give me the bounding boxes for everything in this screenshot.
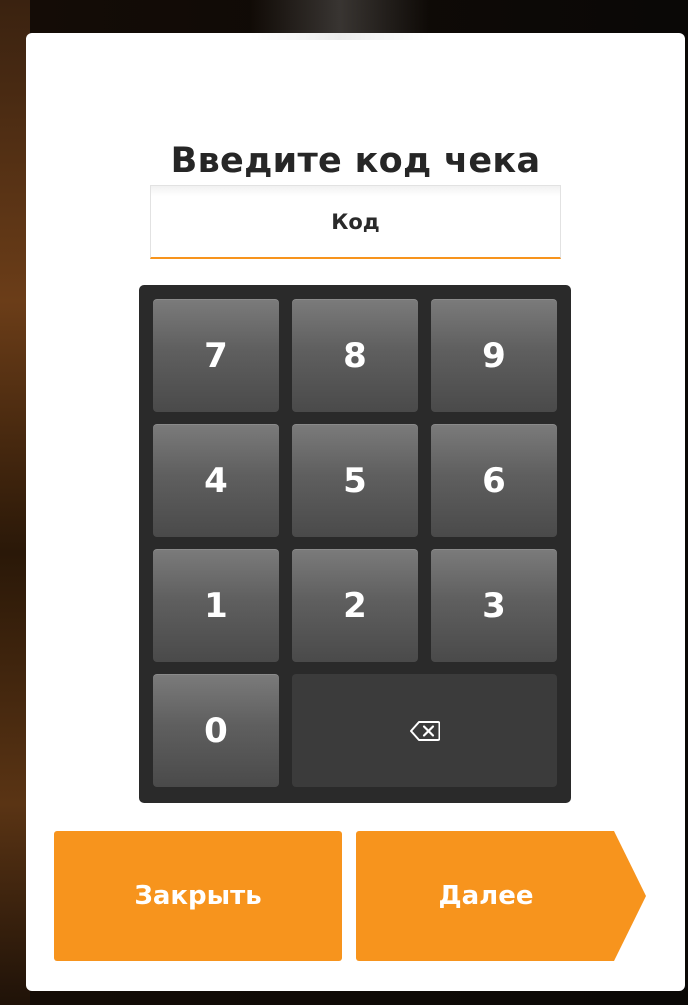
close-button[interactable]: Закрыть <box>54 831 342 961</box>
dialog-title: Введите код чека <box>170 141 541 181</box>
numeric-keypad: 7 8 9 4 5 6 1 2 3 0 <box>139 285 571 803</box>
key-1[interactable]: 1 <box>153 549 279 662</box>
key-2[interactable]: 2 <box>292 549 418 662</box>
receipt-code-dialog: Введите код чека 7 8 9 4 5 6 1 2 3 0 <box>26 33 685 991</box>
key-0[interactable]: 0 <box>153 674 279 787</box>
key-5[interactable]: 5 <box>292 424 418 537</box>
close-button-label: Закрыть <box>134 881 262 911</box>
next-button[interactable]: Далее <box>356 831 646 961</box>
key-3[interactable]: 3 <box>431 549 557 662</box>
key-9[interactable]: 9 <box>431 299 557 412</box>
key-4[interactable]: 4 <box>153 424 279 537</box>
backspace-key[interactable] <box>292 674 557 787</box>
next-button-label: Далее <box>438 881 534 911</box>
key-7[interactable]: 7 <box>153 299 279 412</box>
receipt-code-input[interactable] <box>150 185 561 259</box>
app-backdrop: Введите код чека 7 8 9 4 5 6 1 2 3 0 <box>0 0 688 1005</box>
key-8[interactable]: 8 <box>292 299 418 412</box>
backspace-icon <box>409 720 440 741</box>
key-6[interactable]: 6 <box>431 424 557 537</box>
